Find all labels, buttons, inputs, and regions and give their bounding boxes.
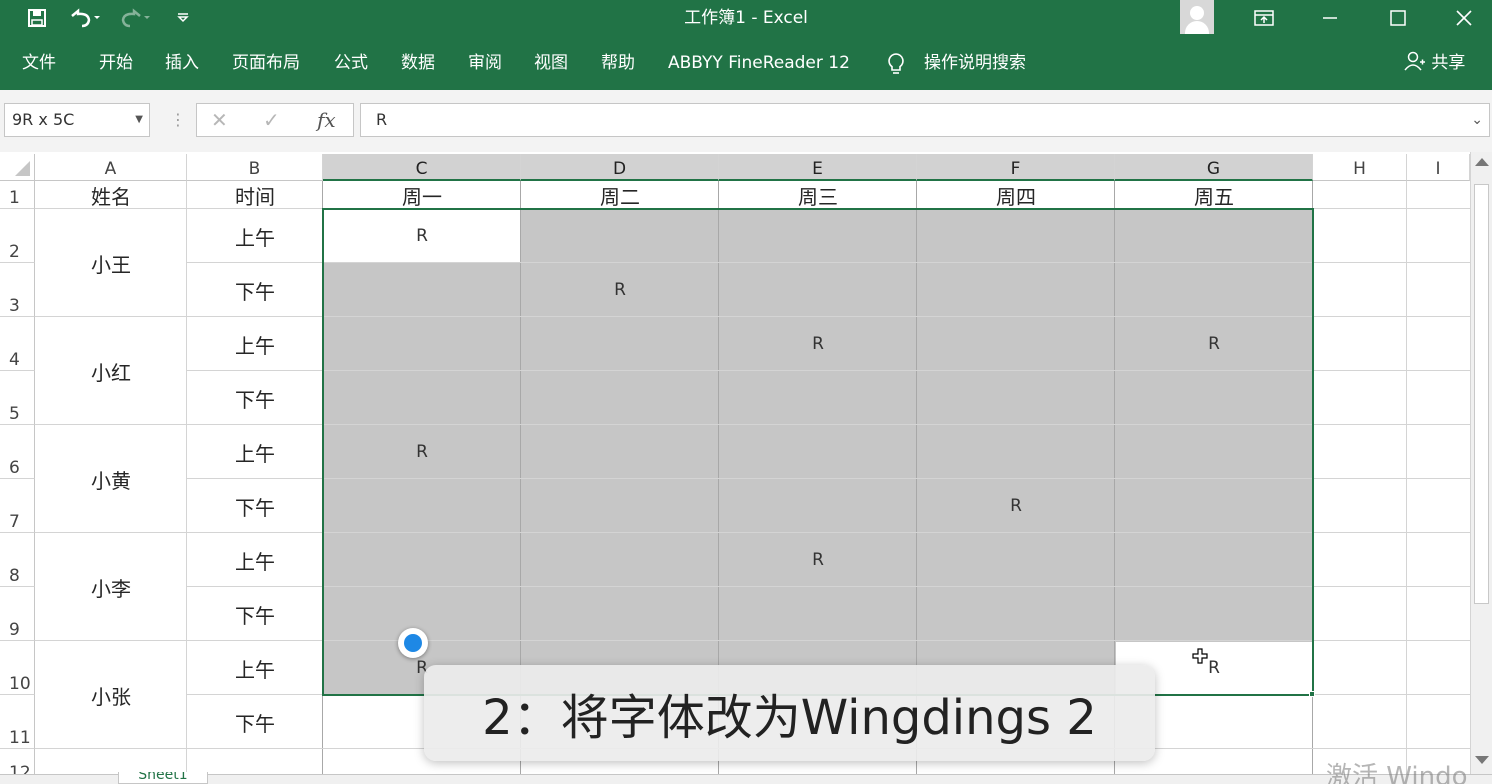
scroll-thumb[interactable] — [1474, 184, 1489, 604]
column-header-f[interactable]: F — [917, 154, 1115, 181]
column-header-e[interactable]: E — [719, 154, 917, 181]
cancel-icon[interactable]: ✕ — [211, 108, 228, 132]
maximize-icon[interactable] — [1378, 0, 1418, 36]
customize-icon[interactable] — [170, 0, 196, 36]
tab-page-layout[interactable]: 页面布局 — [232, 50, 300, 76]
header-day: 周五 — [1194, 184, 1234, 209]
ribbon-display-icon[interactable] — [1244, 0, 1284, 36]
person-name[interactable]: 小张 — [35, 641, 187, 749]
period-label[interactable]: 下午 — [187, 479, 323, 533]
column-header-d[interactable]: D — [521, 154, 719, 181]
formula-input[interactable]: R ⌄ — [360, 103, 1490, 137]
tab-insert[interactable]: 插入 — [165, 50, 199, 76]
row-header-1[interactable]: 1 — [0, 181, 35, 209]
row-header-6[interactable]: 6 — [0, 425, 35, 479]
tab-help[interactable]: 帮助 — [601, 50, 635, 76]
lightbulb-icon[interactable] — [886, 52, 906, 78]
period-label[interactable]: 上午 — [187, 209, 323, 263]
column-header-h[interactable]: H — [1313, 154, 1407, 181]
period-label[interactable]: 下午 — [187, 695, 323, 749]
period-label[interactable]: 下午 — [187, 587, 323, 641]
period-label[interactable]: 上午 — [187, 641, 323, 695]
fx-icon[interactable]: fx — [317, 108, 336, 132]
formula-value: R — [376, 110, 388, 129]
share-label: 共享 — [1431, 53, 1466, 73]
column-header-b[interactable]: B — [187, 154, 323, 181]
tab-formulas[interactable]: 公式 — [334, 50, 368, 76]
person-name[interactable]: 小王 — [35, 209, 187, 317]
user-avatar[interactable] — [1180, 0, 1214, 34]
row-header-8[interactable]: 8 — [0, 533, 35, 587]
row-header-9[interactable]: 9 — [0, 587, 35, 641]
header-day: 周四 — [996, 184, 1036, 209]
fill-handle[interactable] — [1309, 691, 1315, 697]
tab-home[interactable]: 开始 — [99, 50, 133, 76]
column-header-g[interactable]: G — [1115, 154, 1313, 181]
period-label[interactable]: 上午 — [187, 425, 323, 479]
share-button[interactable]: 共享 — [1404, 50, 1465, 76]
header-day: 周三 — [798, 184, 838, 209]
column-header-a[interactable]: A — [35, 154, 187, 181]
vertical-scrollbar[interactable] — [1470, 152, 1492, 784]
column-header-c[interactable]: C — [323, 154, 521, 181]
header-time: 时间 — [235, 184, 275, 209]
row-header-10[interactable]: 10 — [0, 641, 35, 695]
name-box[interactable]: 9R x 5C ▼ — [4, 103, 150, 137]
expand-formula-icon[interactable]: ⌄ — [1471, 104, 1483, 136]
save-icon[interactable] — [22, 0, 52, 36]
row-header-5[interactable]: 5 — [0, 371, 35, 425]
minimize-icon[interactable] — [1310, 0, 1350, 36]
tab-file[interactable]: 文件 — [22, 50, 56, 76]
row-header-4[interactable]: 4 — [0, 317, 35, 371]
tab-review[interactable]: 审阅 — [468, 50, 502, 76]
person-name[interactable]: 小李 — [35, 533, 187, 641]
formula-bar-area: 9R x 5C ▼ ⋮ ✕ ✓ fx R ⌄ — [0, 90, 1492, 152]
header-name: 姓名 — [91, 184, 131, 209]
row-header-11[interactable]: 11 — [0, 695, 35, 749]
tab-view[interactable]: 视图 — [534, 50, 568, 76]
name-box-value: 9R x 5C — [12, 110, 75, 129]
select-all-corner[interactable] — [0, 154, 35, 181]
formula-buttons: ✕ ✓ fx — [196, 103, 354, 137]
cell-cursor-icon — [1192, 648, 1208, 664]
column-header-i[interactable]: I — [1407, 154, 1470, 181]
title-bar: 工作簿1 - Excel — [0, 0, 1492, 36]
drag-handle-icon[interactable]: ⋮ — [170, 110, 186, 129]
activation-watermark: 激活 Windo — [1326, 762, 1468, 784]
sheet-tab[interactable]: Sheet1 — [118, 772, 208, 784]
header-day: 周一 — [402, 184, 442, 209]
period-label[interactable]: 下午 — [187, 263, 323, 317]
close-icon[interactable] — [1444, 0, 1484, 36]
ribbon: 文件 开始 插入 页面布局 公式 数据 审阅 视图 帮助 ABBYY FineR… — [0, 36, 1492, 90]
tell-me-search[interactable]: 操作说明搜索 — [924, 50, 1026, 76]
period-label[interactable]: 上午 — [187, 317, 323, 371]
scroll-up-icon[interactable] — [1475, 158, 1489, 166]
undo-icon[interactable] — [64, 0, 104, 36]
click-indicator — [398, 628, 428, 658]
tab-abbyy[interactable]: ABBYY FineReader 12 — [668, 50, 850, 76]
person-name[interactable]: 小红 — [35, 317, 187, 425]
period-label[interactable]: 上午 — [187, 533, 323, 587]
header-day: 周二 — [600, 184, 640, 209]
row-header-7[interactable]: 7 — [0, 479, 35, 533]
scroll-down-icon[interactable] — [1475, 756, 1489, 764]
row-header-3[interactable]: 3 — [0, 263, 35, 317]
selection-border — [322, 208, 1314, 696]
enter-icon[interactable]: ✓ — [263, 108, 280, 132]
tab-data[interactable]: 数据 — [401, 50, 435, 76]
person-name[interactable]: 小黄 — [35, 425, 187, 533]
chevron-down-icon[interactable]: ▼ — [135, 104, 143, 136]
period-label[interactable]: 下午 — [187, 371, 323, 425]
row-header-2[interactable]: 2 — [0, 209, 35, 263]
redo-icon[interactable] — [116, 0, 156, 36]
sheet-tab-strip — [0, 774, 1492, 784]
caption-overlay: 2：将字体改为Wingdings 2 — [424, 665, 1155, 761]
person-icon — [1404, 51, 1425, 71]
